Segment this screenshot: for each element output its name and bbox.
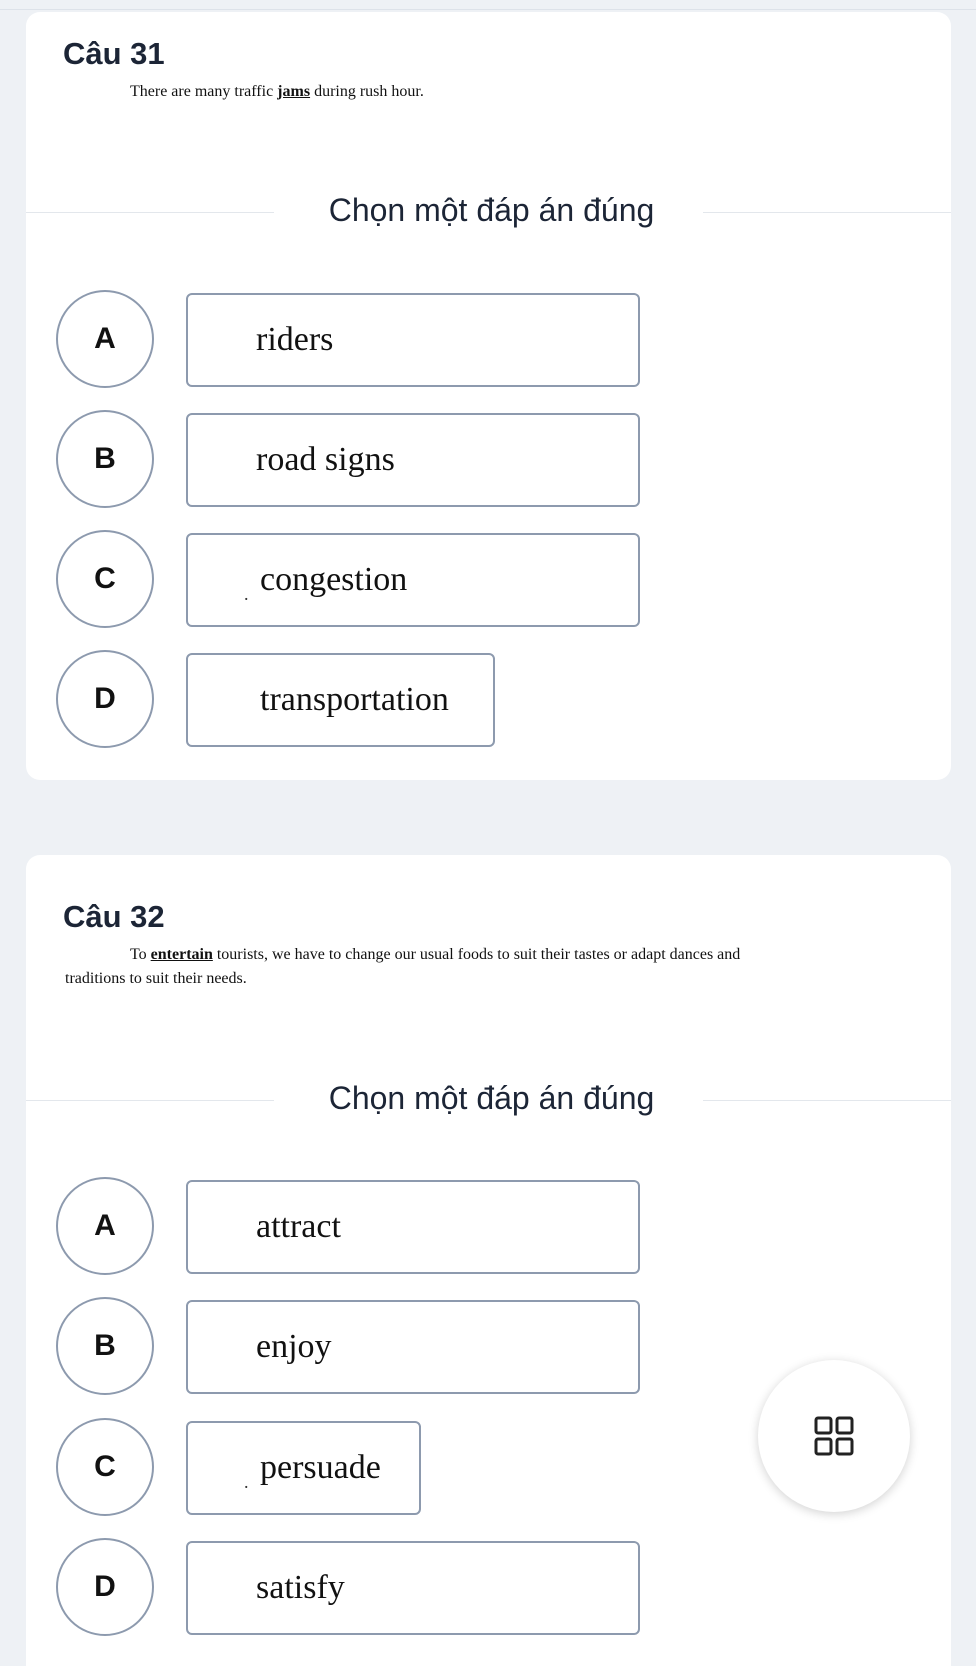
option-a[interactable]: A riders [56, 290, 656, 390]
instruction-divider: Chọn một đáp án đúng [26, 192, 951, 232]
question-text: To entertain tourists, we have to change… [130, 943, 740, 967]
option-letter[interactable]: C [56, 530, 154, 628]
option-answer[interactable]: road signs [186, 413, 640, 507]
option-answer[interactable]: . persuade [186, 1421, 421, 1515]
question-text-line2: traditions to suit their needs. [65, 970, 247, 987]
option-answer[interactable]: enjoy [186, 1300, 640, 1394]
question-text: There are many traffic jams during rush … [130, 80, 424, 104]
question-text-after: during rush hour. [310, 83, 424, 100]
option-c[interactable]: C . persuade [56, 1418, 656, 1518]
dot-mark: . [244, 1472, 249, 1492]
instruction-label: Chọn một đáp án đúng [328, 192, 655, 228]
underlined-word: entertain [150, 946, 213, 963]
option-letter[interactable]: B [56, 1297, 154, 1395]
question-text-before: To [130, 946, 151, 963]
option-answer-text: persuade [260, 1449, 381, 1486]
instruction-label: Chọn một đáp án đúng [328, 1080, 655, 1116]
option-c[interactable]: C . congestion [56, 530, 656, 630]
option-answer[interactable]: transportation [186, 653, 495, 747]
option-answer[interactable]: riders [186, 293, 640, 387]
dot-mark: . [244, 584, 249, 604]
option-answer-text: congestion [260, 561, 408, 598]
question-text-after: tourists, we have to change our usual fo… [212, 946, 741, 963]
question-text-before: There are many traffic [130, 83, 278, 100]
question-title: Câu 31 [63, 36, 165, 71]
option-b[interactable]: B enjoy [56, 1297, 656, 1397]
grid-icon [814, 1416, 854, 1456]
option-answer[interactable]: satisfy [186, 1541, 640, 1635]
option-letter[interactable]: D [56, 650, 154, 748]
option-answer[interactable]: attract [186, 1180, 640, 1274]
option-d[interactable]: D satisfy [56, 1538, 656, 1638]
option-letter[interactable]: C [56, 1418, 154, 1516]
top-edge [0, 0, 976, 10]
option-a[interactable]: A attract [56, 1177, 656, 1277]
question-title: Câu 32 [63, 899, 165, 934]
option-letter[interactable]: B [56, 410, 154, 508]
instruction-divider: Chọn một đáp án đúng [26, 1080, 951, 1120]
option-b[interactable]: B road signs [56, 410, 656, 510]
divider-line-right [703, 1100, 951, 1101]
divider-line-right [703, 212, 951, 213]
option-letter[interactable]: A [56, 290, 154, 388]
option-letter[interactable]: A [56, 1177, 154, 1275]
option-letter[interactable]: D [56, 1538, 154, 1636]
underlined-word: jams [277, 83, 311, 100]
question-grid-button[interactable] [758, 1360, 910, 1512]
option-d[interactable]: D transportation [56, 650, 656, 750]
question-card-32: Câu 32 To entertain tourists, we have to… [26, 855, 951, 1666]
question-card-31: Câu 31 There are many traffic jams durin… [26, 12, 951, 780]
option-answer[interactable]: . congestion [186, 533, 640, 627]
